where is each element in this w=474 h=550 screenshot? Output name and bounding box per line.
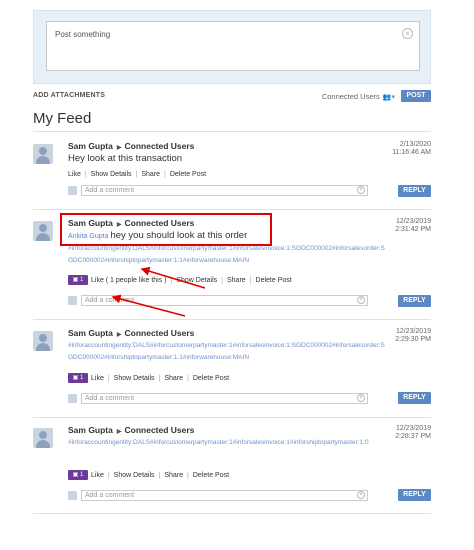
annotation-arrow: [111, 294, 186, 317]
annotation-arrows: [111, 266, 206, 317]
annotation-arrow: [140, 266, 206, 289]
